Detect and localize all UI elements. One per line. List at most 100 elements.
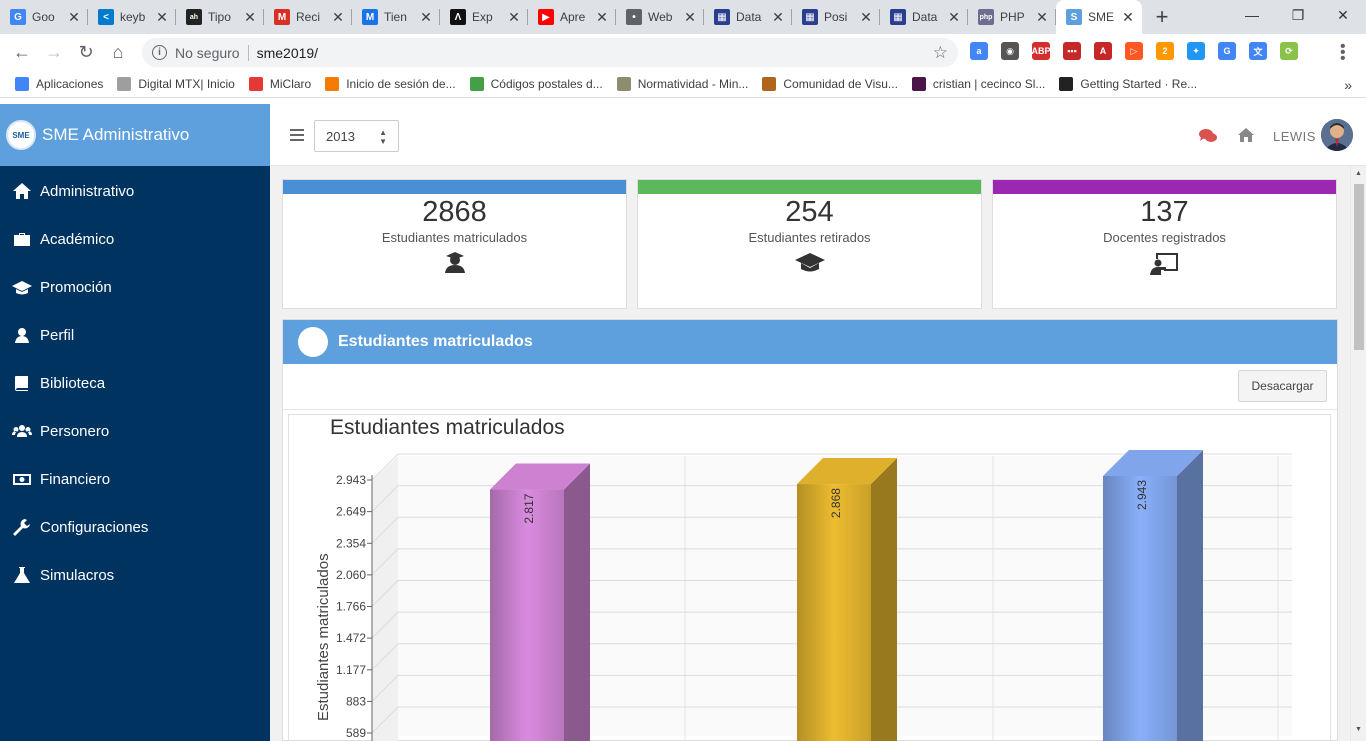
tab-close-icon[interactable]: ✕ — [244, 9, 256, 26]
avatar[interactable] — [1321, 119, 1353, 151]
tab-close-icon[interactable]: ✕ — [596, 9, 608, 26]
sidebar-item-user[interactable]: Perfil — [0, 311, 270, 359]
stat-label: Estudiantes matriculados — [381, 230, 528, 245]
browser-tab[interactable]: ▶ Apre ✕ — [528, 0, 616, 34]
download-button[interactable]: Desacargar — [1238, 370, 1327, 402]
bookmark-item[interactable]: Aplicaciones — [15, 77, 103, 91]
tab-title: Tien — [384, 10, 407, 24]
browser-tab[interactable]: Λ Exp ✕ — [440, 0, 528, 34]
forward-icon[interactable]: → — [38, 37, 70, 69]
tab-close-icon[interactable]: ✕ — [948, 9, 960, 26]
sidebar-item-home[interactable]: Administrativo — [0, 167, 270, 215]
bookmark-item[interactable]: Códigos postales d... — [469, 77, 603, 91]
tab-close-icon[interactable]: ✕ — [772, 9, 784, 26]
browser-tab[interactable]: ah Tipo ✕ — [176, 0, 264, 34]
home-icon[interactable]: ⌂ — [102, 37, 134, 69]
tab-favicon: ah — [186, 9, 202, 25]
user-name[interactable]: LEWIS — [1273, 129, 1316, 144]
bookmark-item[interactable]: cristian | cecinco Sl... — [911, 77, 1045, 91]
new-tab-button[interactable]: + — [1148, 0, 1176, 34]
tab-close-icon[interactable]: ✕ — [1036, 9, 1048, 26]
chart-bar[interactable] — [797, 458, 897, 741]
extension-icon[interactable]: G — [1218, 42, 1236, 60]
app-brand[interactable]: SME SME Administrativo — [0, 104, 270, 166]
extension-icon[interactable]: ▪▪▪ — [1063, 42, 1081, 60]
chat-icon[interactable] — [1199, 128, 1217, 144]
y-tick-label: 883 — [346, 694, 366, 708]
sidebar-item-label: Perfil — [40, 326, 75, 344]
tab-favicon: ▦ — [890, 9, 906, 25]
info-icon[interactable]: i — [152, 45, 167, 60]
extension-icon[interactable]: 2 — [1156, 42, 1174, 60]
maximize-button[interactable]: ❐ — [1275, 0, 1321, 30]
scroll-thumb[interactable] — [1354, 184, 1364, 350]
sidebar-item-wrench[interactable]: Configuraciones — [0, 503, 270, 551]
extension-icon[interactable]: A — [1094, 42, 1112, 60]
sidebar-item-book[interactable]: Biblioteca — [0, 359, 270, 407]
browser-tab[interactable]: < keyb ✕ — [88, 0, 176, 34]
tab-close-icon[interactable]: ✕ — [1122, 9, 1134, 26]
extension-icon[interactable]: ABP — [1032, 42, 1051, 60]
money-icon — [13, 474, 31, 485]
bookmarks-more-icon[interactable]: » — [1344, 77, 1352, 93]
tab-close-icon[interactable]: ✕ — [860, 9, 872, 26]
vertical-scrollbar[interactable]: ▲ ▼ — [1350, 166, 1366, 741]
browser-menu-icon[interactable]: • • • — [1340, 39, 1346, 67]
extension-icon[interactable]: ✦ — [1187, 42, 1205, 60]
extension-icon[interactable]: ▷ — [1125, 42, 1143, 60]
sidebar-item-briefcase[interactable]: Académico — [0, 215, 270, 263]
close-window-button[interactable]: ✕ — [1320, 0, 1366, 30]
chart-bar[interactable] — [1103, 450, 1203, 741]
sidebar-item-graduation-cap[interactable]: Promoción — [0, 263, 270, 311]
url-text[interactable]: sme2019/ — [257, 45, 318, 61]
panel-title: Estudiantes matriculados — [338, 333, 533, 350]
bookmark-icon — [15, 77, 29, 91]
browser-tab[interactable]: ▦ Data ✕ — [704, 0, 792, 34]
scroll-down-icon[interactable]: ▼ — [1355, 726, 1362, 733]
tab-title: Tipo — [208, 10, 231, 24]
tab-close-icon[interactable]: ✕ — [332, 9, 344, 26]
extension-icon[interactable]: ⟳ — [1280, 42, 1298, 60]
panel-header: Estudiantes matriculados — [283, 320, 1337, 364]
sidebar-item-flask[interactable]: Simulacros — [0, 551, 270, 599]
home-icon[interactable] — [1238, 128, 1254, 142]
back-icon[interactable]: ← — [6, 37, 38, 69]
browser-tab[interactable]: G Goo ✕ — [0, 0, 88, 34]
browser-tab[interactable]: php PHP ✕ — [968, 0, 1056, 34]
y-tick-label: 2.354 — [336, 536, 366, 550]
tab-close-icon[interactable]: ✕ — [156, 9, 168, 26]
extension-icon[interactable]: 文 — [1249, 42, 1267, 60]
scroll-up-icon[interactable]: ▲ — [1355, 170, 1362, 177]
tab-close-icon[interactable]: ✕ — [508, 9, 520, 26]
tab-close-icon[interactable]: ✕ — [68, 9, 80, 26]
chart-bar[interactable] — [490, 463, 590, 741]
bookmark-item[interactable]: MiClaro — [248, 77, 311, 91]
browser-tab[interactable]: S SME ✕ — [1056, 0, 1142, 34]
sidebar-item-money[interactable]: Financiero — [0, 455, 270, 503]
y-tick-label: 589 — [346, 726, 366, 740]
hamburger-menu-icon[interactable] — [290, 129, 304, 144]
extension-icon[interactable]: a — [970, 42, 988, 60]
bookmark-item[interactable]: Getting Started · Re... — [1059, 77, 1197, 91]
tab-close-icon[interactable]: ✕ — [420, 9, 432, 26]
browser-tab[interactable]: M Tien ✕ — [352, 0, 440, 34]
address-bar[interactable]: i No seguro sme2019/ ☆ — [142, 38, 958, 67]
bookmark-item[interactable]: Digital MTX| Inicio — [117, 77, 235, 91]
stat-card: 2868 Estudiantes matriculados — [282, 179, 627, 309]
bar-front — [797, 484, 871, 741]
browser-tab[interactable]: ▦ Data ✕ — [880, 0, 968, 34]
extension-icon[interactable]: ◉ — [1001, 42, 1019, 60]
minimize-button[interactable]: — — [1229, 0, 1275, 30]
year-select[interactable]: 2013 ▲ ▼ — [314, 120, 399, 152]
bookmark-star-icon[interactable]: ☆ — [933, 43, 948, 63]
bookmark-item[interactable]: Inicio de sesión de... — [325, 77, 456, 91]
browser-tab[interactable]: • Web ✕ — [616, 0, 704, 34]
tab-close-icon[interactable]: ✕ — [684, 9, 696, 26]
bookmark-item[interactable]: Normatividad - Min... — [616, 77, 748, 91]
sidebar-item-users[interactable]: Personero — [0, 407, 270, 455]
bookmark-item[interactable]: Comunidad de Visu... — [762, 77, 898, 91]
browser-tab[interactable]: M Reci ✕ — [264, 0, 352, 34]
browser-tab[interactable]: ▦ Posi ✕ — [792, 0, 880, 34]
reload-icon[interactable]: ↻ — [70, 37, 102, 69]
bookmark-icon — [616, 77, 631, 91]
